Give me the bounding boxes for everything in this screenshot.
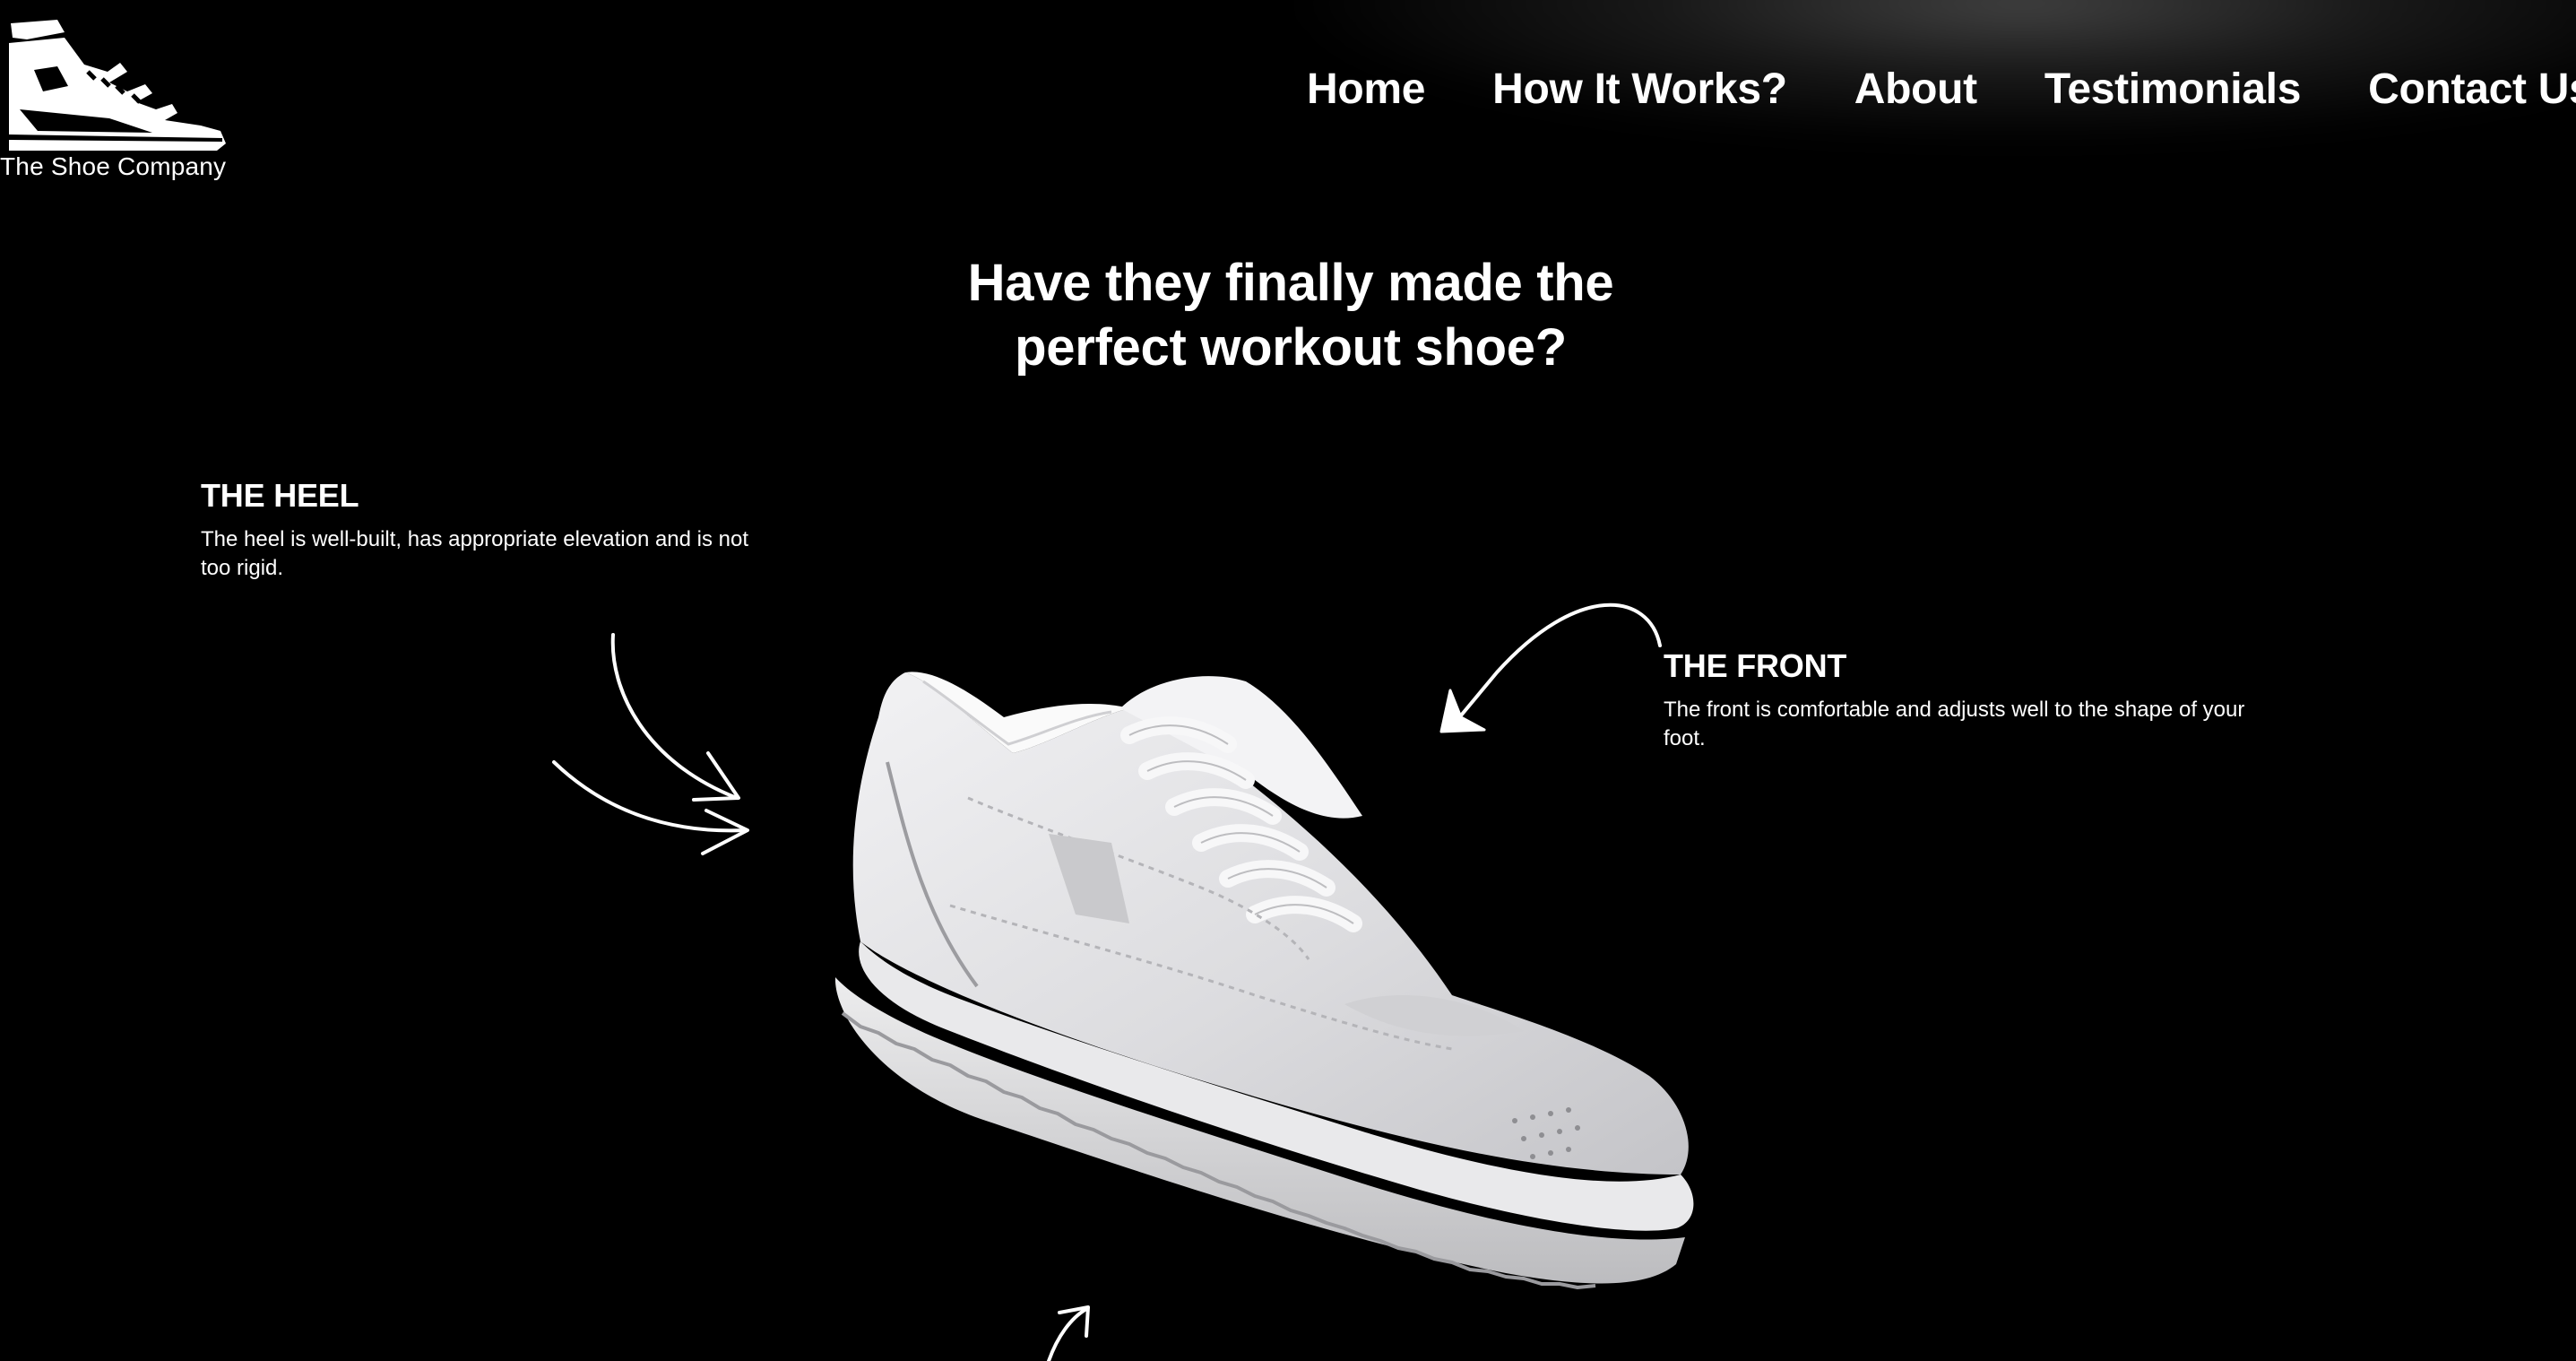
feature-heel-title: THE HEEL (201, 477, 359, 514)
brand-name: The Shoe Company (0, 152, 227, 180)
brand-logo[interactable]: The Shoe Company (0, 20, 233, 190)
nav-item-contact-us[interactable]: Contact Us (2368, 65, 2576, 114)
sneaker-logo-icon (9, 20, 226, 151)
hero-headline: Have they finally made the perfect worko… (843, 251, 1739, 380)
white-sneaker-image (834, 672, 1694, 1289)
nav-item-about[interactable]: About (1854, 65, 1977, 114)
bottom-arrow-icon (1047, 1305, 1090, 1361)
nav-item-testimonials[interactable]: Testimonials (2044, 65, 2302, 114)
landing-page: The Shoe Company Home How It Works? Abou… (0, 0, 2576, 1361)
heel-arrow-icon (552, 633, 749, 855)
feature-heel-description: The heel is well-built, has appropriate … (201, 527, 749, 580)
hero-headline-line-1: Have they finally made the (967, 254, 1614, 312)
main-nav: Home How It Works? About Testimonials Co… (1307, 57, 2576, 120)
nav-item-home[interactable]: Home (1307, 65, 1425, 114)
nav-item-how-it-works[interactable]: How It Works? (1492, 65, 1787, 114)
feature-heel: THE HEEL The heel is well-built, has app… (201, 477, 774, 583)
hero-headline-line-2: perfect workout shoe? (1015, 318, 1567, 377)
